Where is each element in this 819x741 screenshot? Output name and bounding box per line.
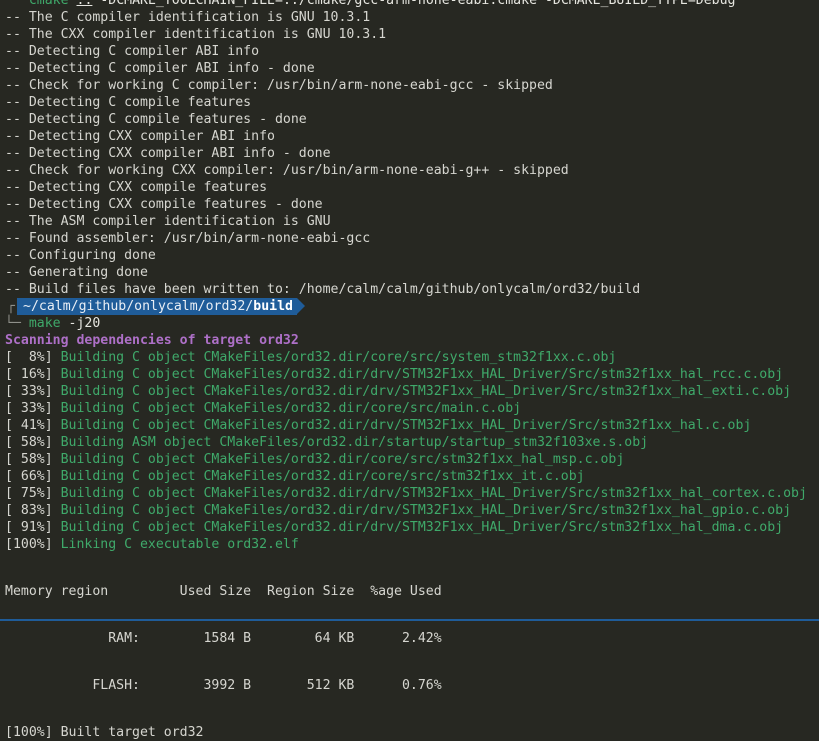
prompt-corner: ┌ <box>7 299 15 314</box>
build-percent: [100%] <box>5 725 53 740</box>
memory-usage-table: Memory region Used Size Region Size %age… <box>0 553 819 724</box>
prompt-path-prefix: ~/calm/github/onlycalm/ord32/ <box>23 299 254 314</box>
output-line: -- Check for working CXX compiler: /usr/… <box>5 163 569 178</box>
command-args: -DCMAKE_TOOLCHAIN_FILE=../cmake/gcc-arm-… <box>92 0 736 8</box>
output-line: -- Detecting CXX compiler ABI info - don… <box>5 146 331 161</box>
output-line: -- Detecting CXX compile features - done <box>5 197 323 212</box>
build-text: Building C object CMakeFiles/ord32.dir/d… <box>52 384 792 399</box>
output-line: -- Generating done <box>5 265 148 280</box>
memory-table-row-ram: RAM: 1584 B 64 KB 2.42% <box>5 631 442 646</box>
prompt-arrow-icon <box>296 298 305 314</box>
link-text: Linking C executable ord32.elf <box>52 537 299 552</box>
build-line: [ 58%] Building C object CMakeFiles/ord3… <box>0 451 819 468</box>
build-line: [ 75%] Building C object CMakeFiles/ord3… <box>0 485 819 502</box>
shell-prompt: ┌ ~/calm/github/onlycalm/ord32/build <box>0 298 819 315</box>
build-line: [ 16%] Building C object CMakeFiles/ord3… <box>0 366 819 383</box>
build-text: Building C object CMakeFiles/ord32.dir/c… <box>52 469 585 484</box>
build-percent: [ 8%] <box>5 350 53 365</box>
build-line: [ 83%] Building C object CMakeFiles/ord3… <box>0 502 819 519</box>
output-line: -- The C compiler identification is GNU … <box>5 10 371 25</box>
build-text: Building C object CMakeFiles/ord32.dir/c… <box>52 401 522 416</box>
build-line: [ 91%] Building C object CMakeFiles/ord3… <box>0 519 819 536</box>
command-arg-path: .. <box>76 0 93 8</box>
build-text: Building C object CMakeFiles/ord32.dir/c… <box>52 350 617 365</box>
output-line: -- Found assembler: /usr/bin/arm-none-ea… <box>5 231 371 246</box>
output-line: -- The ASM compiler identification is GN… <box>5 214 331 229</box>
build-line: [ 8%] Building C object CMakeFiles/ord32… <box>0 349 819 366</box>
build-percent: [ 16%] <box>5 367 53 382</box>
make-command-line: └─ make -j20 <box>0 315 819 332</box>
prompt-corner: └─ <box>5 0 21 8</box>
output-line: -- Configuring done <box>5 248 156 263</box>
build-text: Building ASM object CMakeFiles/ord32.dir… <box>52 435 649 450</box>
output-line: -- Detecting C compile features - done <box>5 112 307 127</box>
scanning-line: Scanning dependencies of target ord32 <box>5 333 299 348</box>
terminal-window[interactable]: └─ cmake .. -DCMAKE_TOOLCHAIN_FILE=../cm… <box>0 0 819 740</box>
cmake-output: -- The C compiler identification is GNU … <box>0 9 819 298</box>
build-percent: [ 33%] <box>5 401 53 416</box>
build-line: [ 58%] Building ASM object CMakeFiles/or… <box>0 434 819 451</box>
prompt-path: ~/calm/github/onlycalm/ord32/build <box>17 298 297 315</box>
cmake-command-line: └─ cmake .. -DCMAKE_TOOLCHAIN_FILE=../cm… <box>0 0 819 9</box>
build-output: [ 8%] Building C object CMakeFiles/ord32… <box>0 349 819 553</box>
built-text: Built target ord32 <box>52 725 204 740</box>
link-line: [100%] Linking C executable ord32.elf <box>0 536 819 553</box>
build-percent: [ 66%] <box>5 469 53 484</box>
build-text: Building C object CMakeFiles/ord32.dir/c… <box>52 452 625 467</box>
output-line: -- Detecting C compiler ABI info <box>5 44 260 59</box>
build-percent: [100%] <box>5 537 53 552</box>
command-args: -j20 <box>60 316 101 331</box>
output-line: -- The CXX compiler identification is GN… <box>5 27 387 42</box>
output-line: -- Build files have been written to: /ho… <box>5 282 641 297</box>
build-text: Building C object CMakeFiles/ord32.dir/d… <box>52 520 784 535</box>
output-line: -- Detecting CXX compile features <box>5 180 268 195</box>
prompt-corner: └─ <box>5 316 21 331</box>
prompt-path-current: build <box>253 299 293 314</box>
command-name: make <box>28 316 61 331</box>
build-percent: [ 33%] <box>5 384 53 399</box>
build-percent: [ 91%] <box>5 520 53 535</box>
build-line: [ 41%] Building C object CMakeFiles/ord3… <box>0 417 819 434</box>
memory-table-row-flash: FLASH: 3992 B 512 KB 0.76% <box>5 678 442 693</box>
build-line: [ 66%] Building C object CMakeFiles/ord3… <box>0 468 819 485</box>
build-text: Building C object CMakeFiles/ord32.dir/d… <box>52 418 752 433</box>
built-target-line: [100%] Built target ord32 <box>0 724 819 741</box>
build-line: [ 33%] Building C object CMakeFiles/ord3… <box>0 383 819 400</box>
output-line: -- Detecting CXX compiler ABI info <box>5 129 275 144</box>
build-text: Building C object CMakeFiles/ord32.dir/d… <box>52 486 807 501</box>
build-text: Building C object CMakeFiles/ord32.dir/d… <box>52 367 784 382</box>
build-percent: [ 58%] <box>5 435 53 450</box>
output-line: -- Detecting C compile features <box>5 95 252 110</box>
output-line: -- Check for working C compiler: /usr/bi… <box>5 78 553 93</box>
command-name: cmake <box>28 0 69 8</box>
build-line: [ 33%] Building C object CMakeFiles/ord3… <box>0 400 819 417</box>
build-percent: [ 41%] <box>5 418 53 433</box>
build-percent: [ 75%] <box>5 486 53 501</box>
output-line: -- Detecting C compiler ABI info - done <box>5 61 315 76</box>
memory-table-header: Memory region Used Size Region Size %age… <box>5 584 442 599</box>
prompt-bar-partial <box>0 619 819 621</box>
build-percent: [ 58%] <box>5 452 53 467</box>
build-percent: [ 83%] <box>5 503 53 518</box>
build-text: Building C object CMakeFiles/ord32.dir/d… <box>52 503 792 518</box>
